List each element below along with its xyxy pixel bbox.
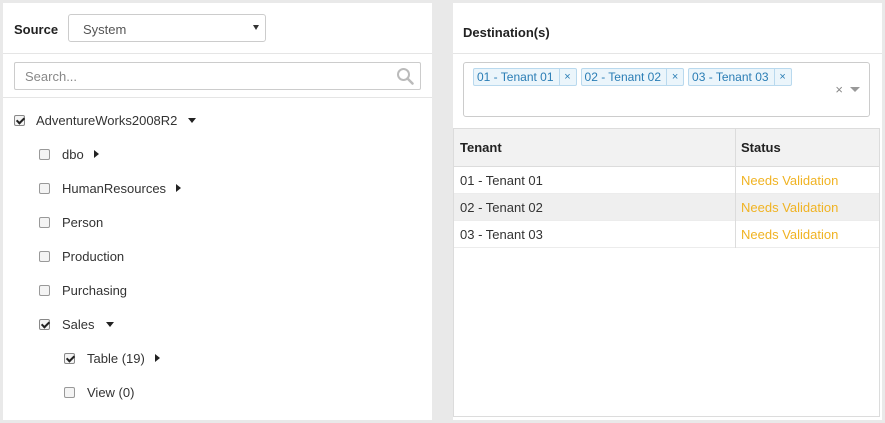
chevron-down-icon[interactable] — [850, 87, 860, 92]
tree-checkbox-root[interactable] — [14, 114, 25, 126]
destination-title: Destination(s) — [463, 25, 550, 40]
column-divider — [735, 129, 736, 248]
remove-tag-icon[interactable]: × — [773, 69, 791, 85]
divider — [453, 53, 882, 54]
table-row[interactable]: 01 - Tenant 01 Needs Validation — [454, 167, 879, 194]
tree-checkbox-production[interactable] — [39, 250, 50, 262]
caret-right-icon[interactable] — [154, 354, 160, 362]
column-header-tenant[interactable]: Tenant — [460, 140, 502, 155]
destination-tag-label: 02 - Tenant 02 — [584, 70, 662, 84]
destination-tags: 01 - Tenant 01 × 02 - Tenant 02 × 03 - T… — [473, 68, 792, 86]
destination-tag-label: 01 - Tenant 01 — [477, 70, 554, 84]
remove-tag-icon[interactable]: × — [666, 69, 683, 85]
caret-down-icon[interactable] — [105, 321, 114, 327]
status-cell: Needs Validation — [741, 200, 839, 215]
tree-node-label: Sales — [62, 316, 95, 332]
tree-node-label: Table (19) — [87, 350, 145, 366]
tree-checkbox-humanresources[interactable] — [39, 182, 50, 194]
tenant-status-table: Tenant Status 01 - Tenant 01 Needs Valid… — [453, 128, 880, 417]
tree-node-label: Production — [62, 248, 125, 264]
tree-node-purchasing: Purchasing — [39, 280, 127, 300]
tree-checkbox-dbo[interactable] — [39, 148, 50, 160]
tree-node-humanresources: HumanResources — [39, 178, 182, 198]
destination-tag-label: 03 - Tenant 03 — [692, 70, 769, 84]
tree-node-label: AdventureWorks2008R2 — [36, 112, 178, 128]
remove-tag-icon[interactable]: × — [558, 69, 576, 85]
tree-checkbox-sales-table[interactable] — [64, 352, 75, 364]
tree-node-label: Person — [62, 214, 104, 230]
destination-panel: Destination(s) 01 - Tenant 01 × 02 - Ten… — [453, 3, 882, 420]
table-row[interactable]: 02 - Tenant 02 Needs Validation — [454, 194, 879, 221]
tree-node-person: Person — [39, 212, 103, 232]
tree-node-production: Production — [39, 246, 124, 266]
status-cell: Needs Validation — [741, 173, 839, 188]
tree-node-dbo: dbo — [39, 144, 99, 164]
tree-node-label: View (0) — [87, 384, 135, 400]
column-header-status[interactable]: Status — [741, 140, 781, 155]
tree-node-sales-table: Table (19) — [64, 348, 160, 368]
destination-tag: 02 - Tenant 02 × — [580, 68, 685, 86]
source-select[interactable]: System — [68, 14, 266, 42]
source-panel: Source System AdventureWorks2008R2 dbo H… — [3, 3, 432, 420]
search-box[interactable] — [14, 62, 421, 90]
source-select-value: System — [83, 22, 127, 37]
tree-checkbox-sales-view[interactable] — [64, 386, 75, 398]
source-label: Source — [14, 22, 59, 37]
search-icon — [397, 68, 414, 85]
destination-tag: 03 - Tenant 03 × — [688, 68, 792, 86]
tenant-cell: 01 - Tenant 01 — [460, 173, 543, 188]
table-header: Tenant Status — [454, 129, 879, 167]
clear-all-icon[interactable]: × — [835, 82, 843, 97]
caret-right-icon[interactable] — [176, 184, 182, 192]
tree-node-label: Purchasing — [62, 282, 128, 298]
table-row[interactable]: 03 - Tenant 03 Needs Validation — [454, 221, 879, 248]
chevron-down-icon — [253, 25, 259, 30]
search-input[interactable] — [25, 68, 385, 84]
divider — [3, 53, 432, 54]
tree-node-label: HumanResources — [62, 180, 167, 196]
caret-right-icon[interactable] — [93, 150, 99, 158]
tree-node-root: AdventureWorks2008R2 — [14, 110, 197, 130]
tree-checkbox-purchasing[interactable] — [39, 284, 50, 296]
tree-node-sales: Sales — [39, 314, 114, 334]
caret-down-icon[interactable] — [188, 117, 197, 123]
status-cell: Needs Validation — [741, 227, 839, 242]
tree-node-sales-view: View (0) — [64, 382, 134, 402]
tree-checkbox-sales[interactable] — [39, 318, 50, 330]
tenant-cell: 03 - Tenant 03 — [460, 227, 543, 242]
divider — [3, 97, 432, 98]
destination-tag: 01 - Tenant 01 × — [473, 68, 577, 86]
tree-node-label: dbo — [62, 146, 84, 162]
tenant-cell: 02 - Tenant 02 — [460, 200, 543, 215]
tree-checkbox-person[interactable] — [39, 216, 50, 228]
destination-multiselect[interactable]: 01 - Tenant 01 × 02 - Tenant 02 × 03 - T… — [463, 62, 870, 117]
